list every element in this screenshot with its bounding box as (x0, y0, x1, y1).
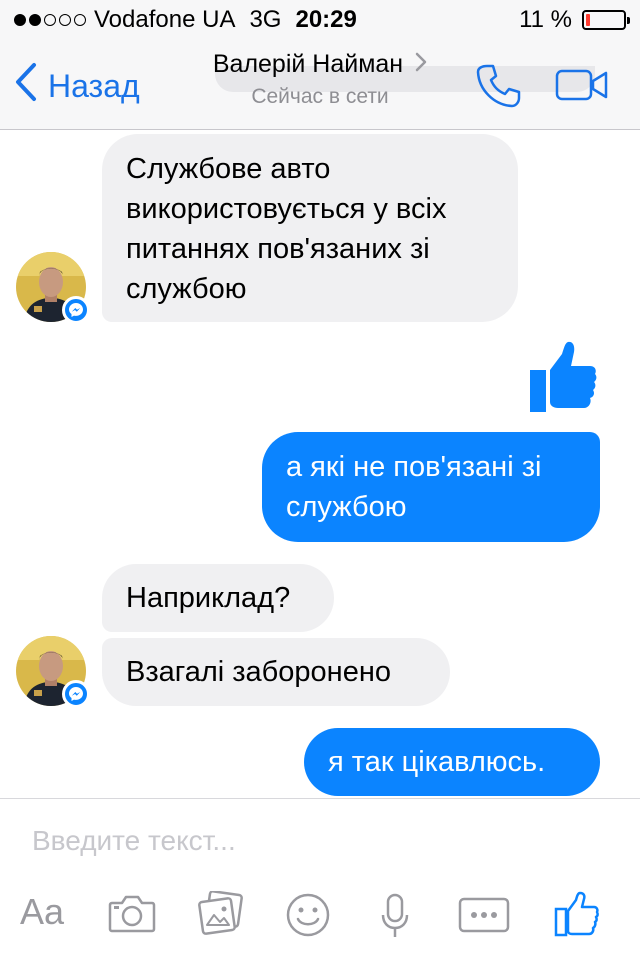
status-left: Vodafone UA 3G 20:29 (14, 6, 357, 34)
message-line: питаннях пов'язаних зі (126, 233, 430, 265)
message-input[interactable] (32, 825, 592, 857)
text-format-icon: Aa (20, 891, 65, 932)
message-line: службою (126, 273, 247, 305)
thumbs-up-icon (530, 341, 597, 412)
clock: 20:29 (295, 6, 357, 33)
text-format-button[interactable]: Aa (20, 891, 64, 933)
outgoing-message[interactable]: я так цікавлюсь. (304, 728, 600, 796)
sticker-button[interactable] (286, 893, 330, 942)
video-camera-icon (555, 69, 608, 101)
messenger-badge-icon (62, 296, 90, 324)
message-line: службою (286, 491, 407, 523)
composer: Aa (0, 798, 640, 960)
incoming-message[interactable]: Взагалі заборонено (102, 638, 450, 706)
message-line: я так цікавлюсь. (328, 746, 546, 778)
outgoing-message[interactable]: а які не пов'язані зі службою (262, 432, 600, 542)
carrier-name: Vodafone UA (94, 6, 236, 33)
incoming-message[interactable]: Службове авто використовується у всіх пи… (102, 134, 518, 322)
status-right: 11 % (519, 6, 630, 34)
sent-like[interactable] (528, 340, 598, 419)
message-line: Службове авто (126, 153, 331, 185)
more-icon (458, 897, 510, 933)
contact-name-button[interactable]: Валерій Найман (213, 50, 427, 79)
phone-icon (476, 64, 521, 108)
more-button[interactable] (458, 897, 510, 938)
message-line: використовується у всіх (126, 193, 447, 225)
chevron-left-icon (14, 62, 38, 110)
gallery-button[interactable] (198, 890, 244, 942)
battery-percent: 11 % (519, 6, 572, 33)
navigation-bar: Назад Валерій Найман Сейчас в сети (0, 40, 640, 130)
avatar[interactable] (16, 252, 90, 324)
chevron-right-icon (415, 50, 427, 79)
video-call-button[interactable] (555, 68, 609, 107)
message-line: Взагалі заборонено (126, 656, 391, 688)
avatar[interactable] (16, 636, 90, 708)
back-label: Назад (48, 67, 140, 104)
photo-gallery-icon (198, 890, 243, 935)
message-line: а які не пов'язані зі (286, 451, 542, 483)
messenger-badge-icon (62, 680, 90, 708)
signal-strength-icon (14, 14, 86, 26)
network-type: 3G (249, 6, 282, 33)
camera-button[interactable] (108, 895, 156, 938)
send-like-button[interactable] (554, 891, 600, 942)
camera-icon (108, 895, 156, 933)
battery-icon (582, 10, 630, 30)
voice-message-button[interactable] (380, 893, 410, 944)
microphone-icon (381, 893, 409, 937)
back-button[interactable]: Назад (14, 62, 140, 110)
voice-call-button[interactable] (474, 62, 522, 115)
status-bar: Vodafone UA 3G 20:29 11 % (0, 0, 640, 40)
thumbs-up-icon (554, 891, 599, 937)
smiley-icon (286, 893, 330, 937)
contact-name: Валерій Найман (212, 50, 404, 78)
battery-level-fill (586, 14, 590, 26)
message-line: Наприклад? (126, 582, 291, 614)
incoming-message[interactable]: Наприклад? (102, 564, 334, 632)
